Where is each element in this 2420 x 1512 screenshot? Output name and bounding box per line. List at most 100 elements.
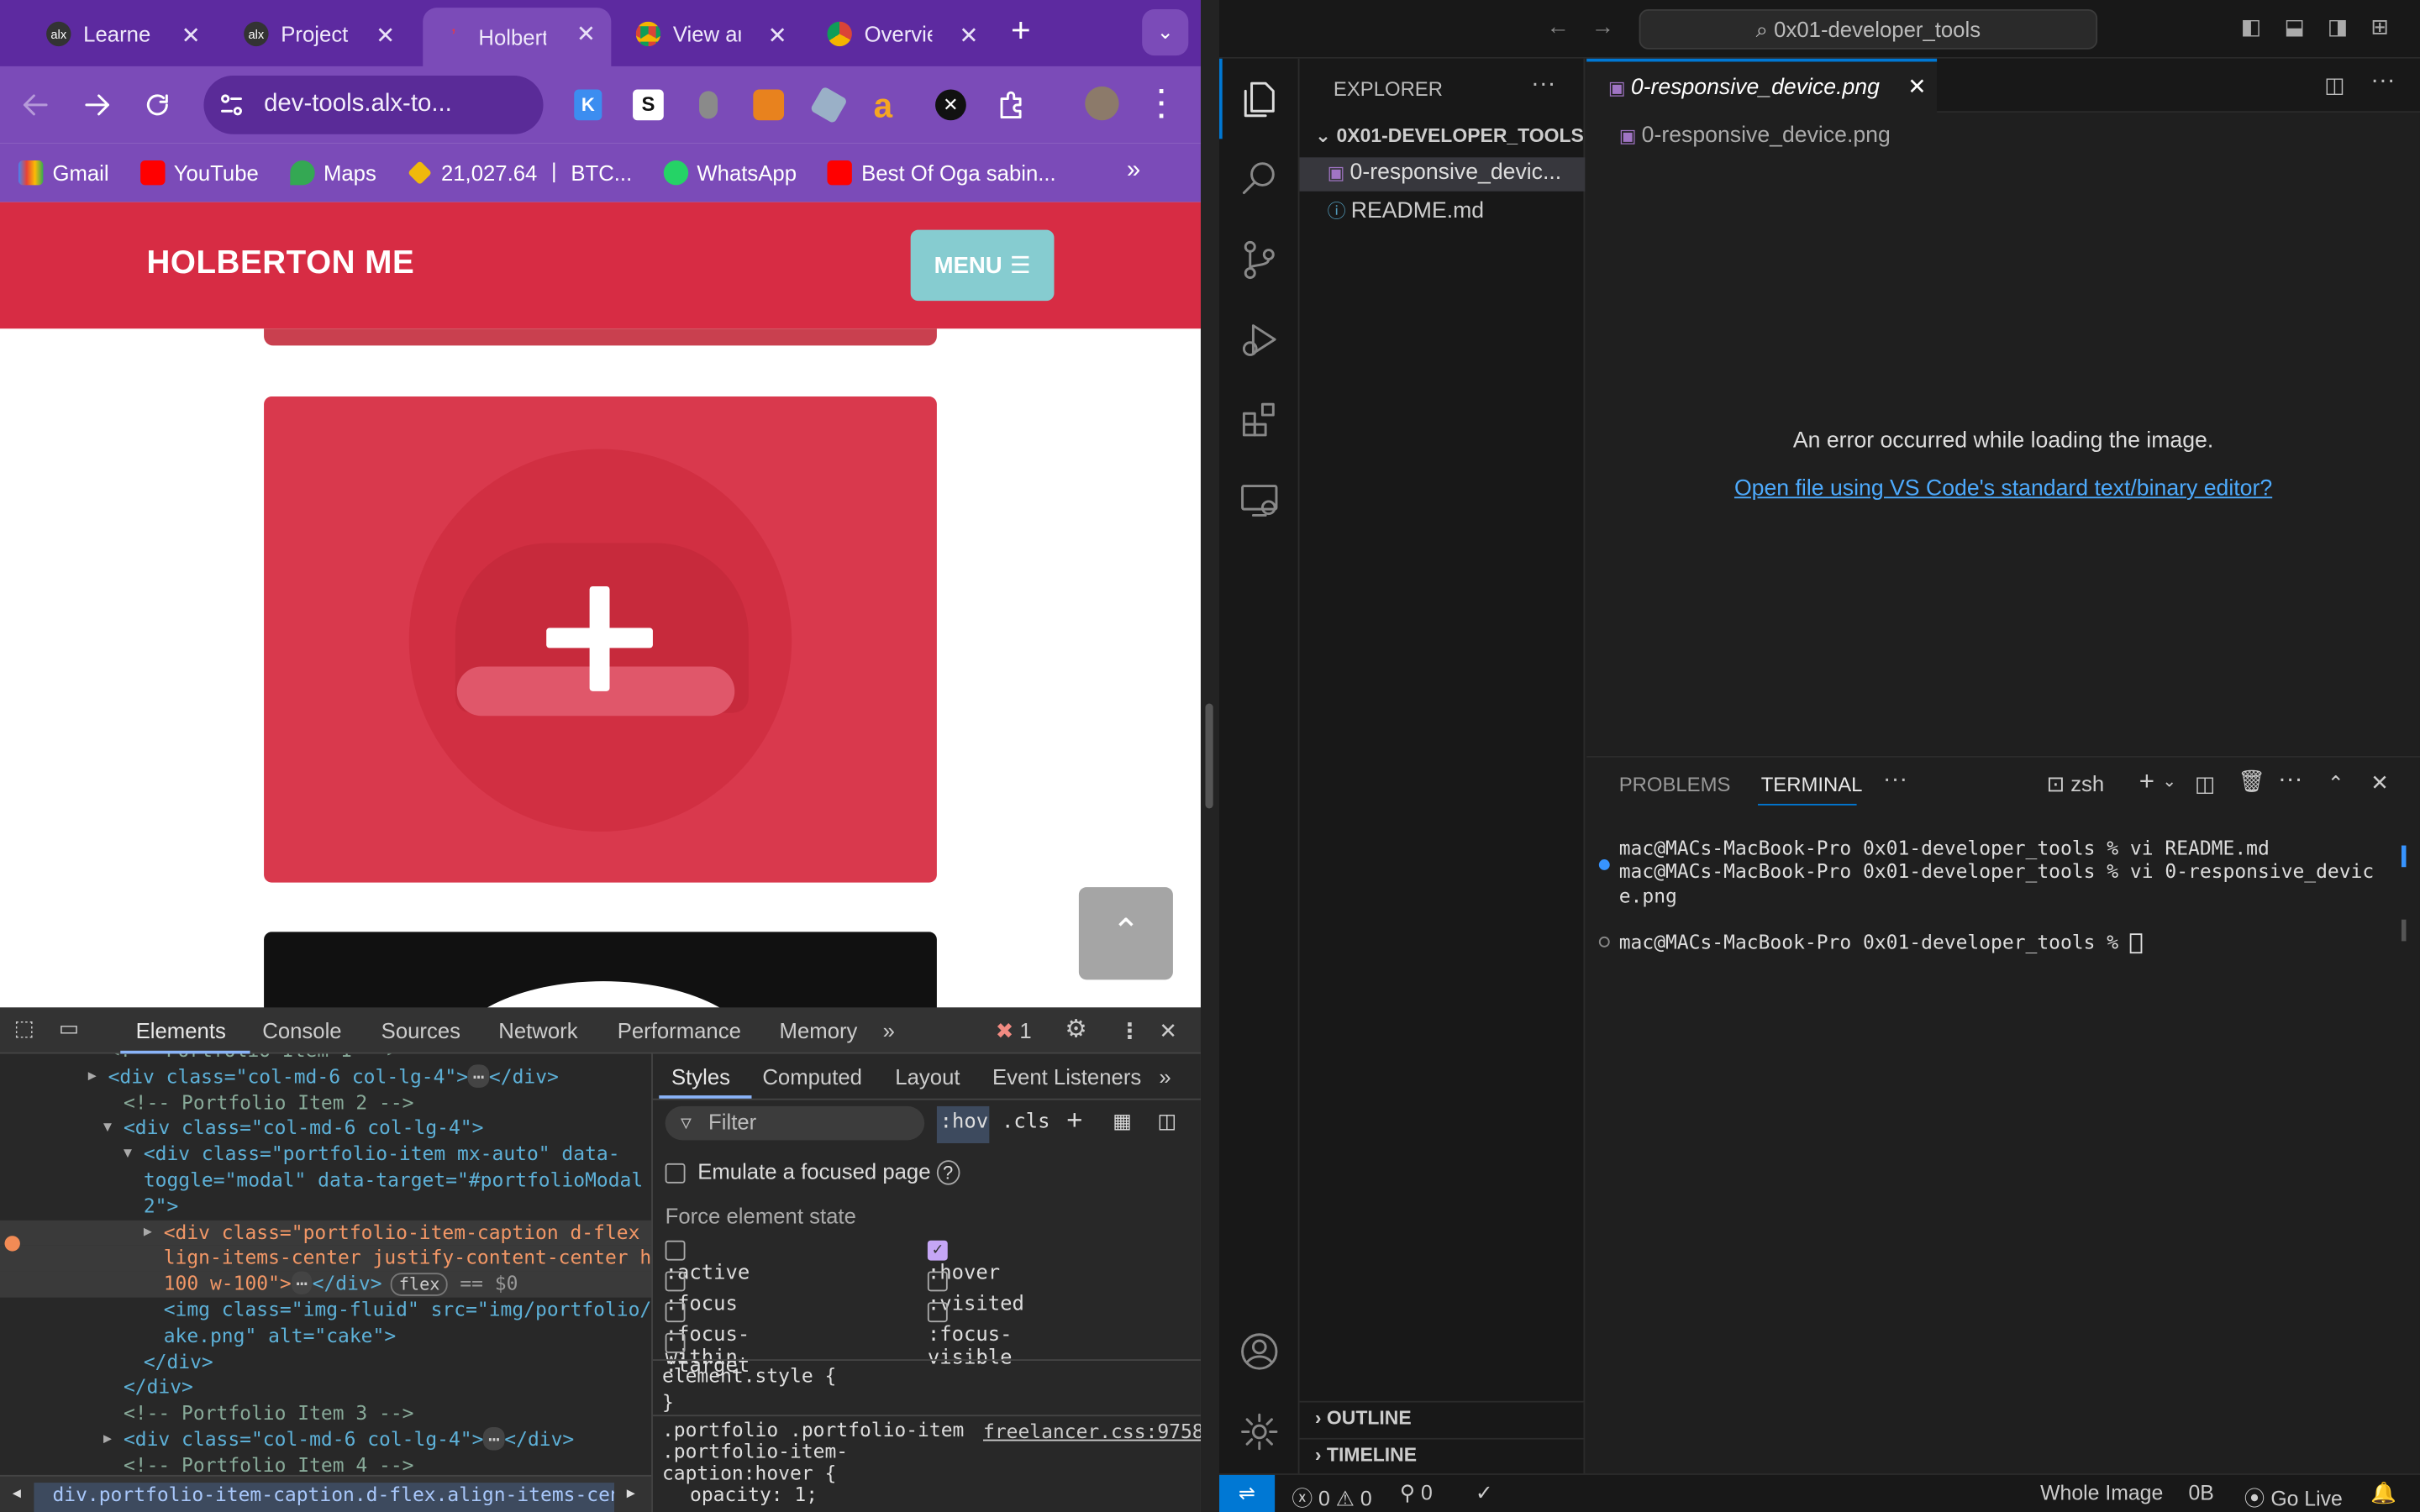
more-bookmarks-icon[interactable]: » — [1127, 157, 1140, 185]
hov-toggle[interactable]: :hov — [936, 1105, 990, 1144]
tab-layout[interactable]: Layout — [895, 1064, 960, 1089]
close-panel-icon[interactable]: ✕ — [2370, 770, 2389, 796]
source-control-icon[interactable] — [1238, 238, 1281, 281]
tab-styles[interactable]: Styles — [671, 1064, 730, 1089]
go-live-button[interactable]: ⦿ Go Live — [2244, 1481, 2343, 1512]
check-icon[interactable]: ✓ — [1476, 1481, 1493, 1505]
dom-node-line[interactable]: 100 w-100"> ⋯ </div> flex == $0 — [0, 1271, 652, 1298]
kill-terminal-icon[interactable]: 🗑 — [2238, 769, 2265, 795]
extension-s-icon[interactable]: S — [633, 89, 664, 121]
tab-holberton[interactable]: ʼHolberto✕ — [423, 8, 612, 66]
run-debug-icon[interactable] — [1238, 318, 1281, 360]
chrome-menu-icon[interactable]: · · · — [1158, 77, 1167, 129]
more-tabs-icon[interactable]: » — [883, 1018, 895, 1042]
dom-node-line[interactable]: <img class="img-fluid" src="img/portfoli… — [0, 1298, 651, 1324]
settings-gear-icon[interactable]: ⚙ — [1065, 1014, 1086, 1045]
terminal-output[interactable]: mac@MACs-MacBook-Pro 0x01-developer_tool… — [1619, 837, 2374, 954]
new-rule-icon[interactable]: + — [1066, 1105, 1082, 1137]
drag-handle[interactable] — [1205, 703, 1213, 809]
force-state-checkbox[interactable] — [665, 1302, 686, 1323]
extension-a-icon[interactable]: a — [874, 87, 892, 127]
error-badge[interactable]: ✖ 1 — [996, 1018, 1032, 1044]
help-icon[interactable]: ? — [936, 1160, 960, 1185]
maximize-panel-icon[interactable]: ⌃ — [2328, 771, 2344, 795]
close-devtools-icon[interactable]: ✕ — [1159, 1018, 1177, 1044]
panel-tab-problems[interactable]: PROBLEMS — [1619, 773, 1731, 796]
dom-node-line[interactable]: ▼ <div class="portfolio-item mx-auto" dat… — [0, 1142, 651, 1168]
expand-toggle-icon[interactable]: ▶ — [144, 1220, 152, 1246]
close-tab-icon[interactable]: ✕ — [376, 22, 395, 50]
force-state-checkbox[interactable] — [665, 1240, 686, 1261]
expand-toggle-icon[interactable]: ▶ — [103, 1427, 112, 1453]
portfolio-item-1[interactable] — [264, 328, 937, 346]
force-state-checkbox[interactable] — [927, 1302, 948, 1323]
tab-performance[interactable]: Performance — [618, 1018, 741, 1042]
dom-node-line[interactable]: <!-- Portfolio Item 3 --> — [0, 1401, 651, 1427]
outline-section[interactable]: › OUTLINE — [1315, 1407, 1412, 1429]
scroll-top-button[interactable]: ⌃ — [1078, 887, 1173, 980]
remote-explorer-icon[interactable] — [1238, 478, 1281, 521]
new-tab-icon[interactable]: + — [1011, 11, 1031, 51]
force-state-checkbox[interactable] — [665, 1332, 686, 1353]
bookmark-gmail[interactable]: Gmail — [18, 160, 109, 186]
expand-toggle-icon[interactable]: ▶ — [88, 1064, 97, 1090]
back-icon[interactable] — [22, 92, 50, 117]
flex-badge[interactable]: flex — [391, 1273, 448, 1297]
extensions-puzzle-icon[interactable] — [997, 90, 1028, 121]
element-style-rule[interactable]: element.style {} — [662, 1362, 836, 1415]
image-zoom-status[interactable]: Whole Image — [2040, 1481, 2163, 1504]
metamask-icon[interactable] — [753, 89, 785, 121]
hover-rule[interactable]: .portfolio .portfolio-item .portfolio-it… — [662, 1419, 964, 1506]
panel-more-icon[interactable]: ··· — [1883, 767, 1907, 795]
file-item-readme[interactable]: ⓘ README.md — [1300, 194, 1586, 228]
editor-breadcrumb[interactable]: ▣ 0-responsive_device.png — [1619, 123, 1891, 148]
search-icon[interactable] — [1238, 157, 1281, 200]
dom-node-line[interactable]: </div> — [0, 1349, 651, 1375]
editor-tab-active[interactable]: ▣ 0-responsive_device.png ✕ — [1586, 58, 1938, 114]
device-toolbar-icon[interactable]: ▭ — [59, 1016, 79, 1042]
bookmark-youtube[interactable]: YouTube — [139, 160, 259, 186]
rule-source-link[interactable]: freelancer.css:9758 — [983, 1420, 1201, 1443]
tab-event-listeners[interactable]: Event Listeners — [992, 1064, 1141, 1089]
new-terminal-icon[interactable]: + — [2139, 767, 2154, 798]
inspect-element-icon[interactable]: ⬚ — [14, 1016, 34, 1042]
dom-node-line[interactable]: ake.png" alt="cake"> — [0, 1323, 651, 1349]
bookmark-binance[interactable]: 21,027.64 丨 BTC... — [407, 157, 632, 188]
profile-avatar[interactable] — [1085, 86, 1119, 121]
dom-node-line[interactable]: 2"> — [0, 1194, 651, 1220]
emulate-focus-option[interactable]: Emulate a focused page ? — [665, 1158, 960, 1185]
dom-breadcrumb[interactable]: div.portfolio-item-caption.d-flex.align-… — [34, 1483, 615, 1512]
tab-elements[interactable]: Elements — [136, 1018, 226, 1042]
dom-node-line[interactable]: ▶ <div class="portfolio-item-caption d-fl… — [0, 1220, 652, 1246]
toggle-sidebar-icon[interactable]: ◫ — [1158, 1110, 1177, 1134]
bookmark-oga-sabinus[interactable]: Best Of Oga sabin... — [827, 160, 1056, 186]
address-bar[interactable]: dev-tools.alx-to... — [203, 75, 544, 134]
toggle-secondary-sidebar-icon[interactable]: ◨ — [2328, 14, 2348, 40]
force-state-checkbox[interactable] — [665, 1271, 686, 1292]
accounts-icon[interactable] — [1238, 1330, 1281, 1373]
dom-node-line[interactable]: <!-- Portfolio Item 1 --> — [0, 1053, 651, 1063]
open-with-text-editor-link[interactable]: Open file using VS Code's standard text/… — [1586, 477, 2420, 501]
dom-node-line[interactable]: ▶ <div class="col-md-6 col-lg-4"> ⋯ </div> — [0, 1426, 651, 1453]
close-tab-icon[interactable]: ✕ — [182, 22, 201, 50]
nav-back-icon[interactable]: ← — [1546, 14, 1570, 40]
window-split[interactable] — [1200, 0, 1220, 1512]
manage-gear-icon[interactable] — [1238, 1410, 1281, 1453]
file-item-png[interactable]: ▣ 0-responsive_devic... — [1299, 157, 1586, 192]
customize-layout-icon[interactable]: ⊞ — [2370, 14, 2389, 40]
emulate-focus-checkbox[interactable] — [665, 1163, 686, 1184]
extension-grey-icon[interactable] — [699, 91, 718, 119]
dom-node-line[interactable]: ▼ <div class="col-md-6 col-lg-4"> — [0, 1116, 651, 1142]
ports-status[interactable]: ⚲ 0 — [1400, 1481, 1433, 1505]
collapsed-ellipsis-icon[interactable]: ⋯ — [291, 1271, 313, 1295]
dom-node-line[interactable]: lign-items-center justify-content-center… — [0, 1245, 652, 1272]
reload-icon[interactable] — [144, 91, 171, 118]
tab-memory[interactable]: Memory — [780, 1018, 858, 1042]
remote-indicator-icon[interactable]: ⇌ — [1219, 1474, 1276, 1512]
bookmark-maps[interactable]: Maps — [289, 160, 376, 186]
split-terminal-icon[interactable]: ◫ — [2195, 771, 2215, 797]
force-state-checkbox[interactable] — [927, 1271, 948, 1292]
terminal-more-icon[interactable]: ··· — [2278, 767, 2302, 795]
folder-root[interactable]: ⌄ 0X01-DEVELOPER_TOOLS — [1300, 123, 1586, 155]
paint-brush-icon[interactable]: ▦ — [1113, 1110, 1132, 1134]
